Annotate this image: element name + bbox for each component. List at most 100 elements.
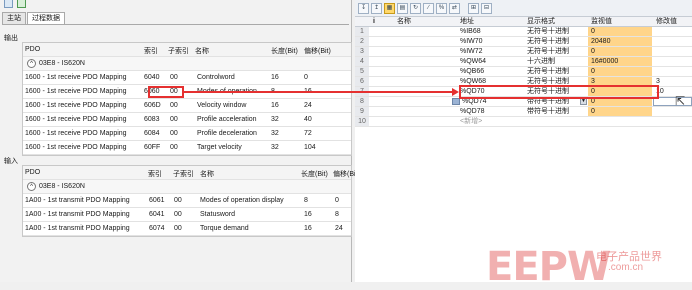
display-format-icon[interactable]: % bbox=[436, 2, 447, 14]
cell-monitor: 0 bbox=[591, 98, 595, 105]
cell-name: Velocity window bbox=[197, 102, 247, 109]
watch-table-panel: ↧ ↥ ▦ ▤ ↻ ∕ % ⇄ ⊞ ⊟ i 名称 地址 显示格式 监视值 修改值… bbox=[355, 0, 692, 282]
cell-length: 16 bbox=[304, 225, 312, 232]
cell-offset: 8 bbox=[335, 211, 339, 218]
header-name: 名称 bbox=[397, 18, 411, 25]
cell-length: 32 bbox=[271, 144, 279, 151]
add-row-icon[interactable]: ↥ bbox=[371, 2, 382, 14]
modify-icon[interactable]: ∕ bbox=[423, 2, 434, 14]
tab-master[interactable]: 主站 bbox=[2, 12, 26, 24]
output-pdo-table: PDO 索引 子索引 名称 长度(Bit) 偏移(Bit) ^ 03E8 - I… bbox=[22, 42, 352, 156]
input-section-label: 输入 bbox=[4, 158, 18, 165]
cell-format[interactable]: 无符号十进制 bbox=[527, 38, 569, 46]
cell-subindex: 00 bbox=[170, 74, 178, 81]
document-icon[interactable] bbox=[4, 0, 13, 8]
highlight-box-modes-of-operation bbox=[148, 86, 184, 98]
watch-row[interactable]: 1 %IB68 无符号十进制 0 bbox=[355, 27, 692, 37]
cell-index: 606D bbox=[144, 102, 161, 109]
monitor-once-icon[interactable]: ▤ bbox=[397, 2, 408, 14]
device-row[interactable]: ^ 03E8 - IS620N bbox=[23, 180, 351, 194]
cell-name: Target velocity bbox=[197, 144, 242, 151]
watch-row-add[interactable]: 10 <新增> bbox=[355, 117, 692, 127]
watch-row[interactable]: 9 %QD78 带符号十进制 0 bbox=[355, 107, 692, 117]
collapse-icon[interactable]: ^ bbox=[27, 59, 36, 68]
refresh-icon[interactable] bbox=[17, 0, 26, 8]
cell-address[interactable]: %IB68 bbox=[460, 28, 481, 36]
cell-monitor: 0 bbox=[591, 108, 595, 115]
collapse-all-icon[interactable]: ⊟ bbox=[481, 2, 492, 14]
cell-pdo: 1600 - 1st receive PDO Mapping bbox=[25, 102, 127, 109]
output-section-label: 输出 bbox=[4, 35, 18, 42]
cell-pdo: 1A00 - 1st transmit PDO Mapping bbox=[25, 211, 130, 218]
cell-subindex: 00 bbox=[170, 130, 178, 137]
table-row[interactable]: 1600 - 1st receive PDO Mapping 6040 00 C… bbox=[23, 71, 351, 85]
toolbar-separator bbox=[462, 3, 466, 14]
format-dropdown-icon[interactable]: ▼ bbox=[580, 98, 587, 105]
cell-length: 32 bbox=[271, 116, 279, 123]
mouse-cursor-icon: ⇱ bbox=[675, 94, 686, 108]
table-row[interactable]: 1A00 - 1st transmit PDO Mapping 6061 00 … bbox=[23, 194, 351, 208]
cell-index: 6083 bbox=[144, 116, 160, 123]
cell-index: 6061 bbox=[149, 197, 165, 204]
cell-address[interactable]: %QD78 bbox=[460, 108, 485, 116]
header-monitor: 监视值 bbox=[591, 18, 612, 25]
collapse-icon[interactable]: ^ bbox=[27, 182, 36, 191]
table-row[interactable]: 1600 - 1st receive PDO Mapping 6083 00 P… bbox=[23, 113, 351, 127]
cell-index: 6040 bbox=[144, 74, 160, 81]
tab-bar: 主站 过程数据 bbox=[2, 12, 66, 24]
cell-format[interactable]: 无符号十进制 bbox=[527, 48, 569, 56]
cell-format[interactable]: 带符号十进制 bbox=[527, 108, 569, 116]
header-subindex: 子索引 bbox=[173, 171, 194, 178]
row-number: 8 bbox=[355, 97, 369, 106]
watch-row[interactable]: 3 %IW72 无符号十进制 0 bbox=[355, 47, 692, 57]
header-address: 地址 bbox=[460, 18, 474, 25]
arrow-head-icon bbox=[452, 88, 459, 96]
cell-name: Profile deceleration bbox=[197, 130, 257, 137]
header-modify: 修改值 bbox=[656, 18, 677, 25]
monitor-all-icon[interactable]: ▦ bbox=[384, 2, 395, 14]
watch-row[interactable]: 2 %IW70 无符号十进制 20480 bbox=[355, 37, 692, 47]
cell-address[interactable]: %QW64 bbox=[460, 58, 486, 66]
cell-address[interactable]: %QD74 bbox=[462, 98, 487, 106]
cell-format[interactable]: 无符号十进制 bbox=[527, 68, 569, 76]
cell-subindex: 00 bbox=[174, 225, 182, 232]
cell-offset: 72 bbox=[304, 130, 312, 137]
table-row[interactable]: 1600 - 1st receive PDO Mapping 606D 00 V… bbox=[23, 99, 351, 113]
watch-table: i 名称 地址 显示格式 监视值 修改值 1 %IB68 无符号十进制 0 2 … bbox=[355, 17, 692, 127]
cell-pdo: 1600 - 1st receive PDO Mapping bbox=[25, 116, 127, 123]
table-row[interactable]: 1A00 - 1st transmit PDO Mapping 6041 00 … bbox=[23, 208, 351, 222]
cell-name: Profile acceleration bbox=[197, 116, 257, 123]
header-offset: 偏移(Bit) bbox=[304, 48, 331, 55]
cell-pdo: 1600 - 1st receive PDO Mapping bbox=[25, 144, 127, 151]
cell-format[interactable]: 无符号十进制 bbox=[527, 28, 569, 36]
table-header: PDO 索引 子索引 名称 长度(Bit) 偏移(Bit bbox=[23, 166, 358, 180]
table-row[interactable]: 1600 - 1st receive PDO Mapping 60FF 00 T… bbox=[23, 141, 351, 155]
monitor-cell-bg bbox=[588, 27, 652, 36]
insert-row-icon[interactable]: ↧ bbox=[358, 2, 369, 14]
cell-subindex: 00 bbox=[170, 116, 178, 123]
expand-icon[interactable]: ⊞ bbox=[468, 2, 479, 14]
cell-address[interactable]: %IW70 bbox=[460, 38, 483, 46]
row-number: 1 bbox=[355, 27, 369, 36]
cell-format[interactable]: 带符号十进制 bbox=[527, 98, 569, 106]
cell-address[interactable]: %QB66 bbox=[460, 68, 484, 76]
watch-row[interactable]: 5 %QB66 无符号十进制 0 bbox=[355, 67, 692, 77]
cell-address[interactable]: %IW72 bbox=[460, 48, 483, 56]
table-row[interactable]: 1A00 - 1st transmit PDO Mapping 6074 00 … bbox=[23, 222, 351, 236]
row-number: 4 bbox=[355, 57, 369, 66]
table-header: PDO 索引 子索引 名称 长度(Bit) 偏移(Bit) bbox=[23, 43, 351, 57]
watermark-url: .com.cn bbox=[608, 262, 644, 273]
compare-icon[interactable]: ⇄ bbox=[449, 2, 460, 14]
header-index: 索引 bbox=[148, 171, 162, 178]
refresh-values-icon[interactable]: ↻ bbox=[410, 2, 421, 14]
tab-process-data[interactable]: 过程数据 bbox=[27, 12, 65, 24]
monitor-cell-bg bbox=[588, 67, 652, 76]
top-toolbar bbox=[4, 0, 26, 9]
cell-pdo: 1600 - 1st receive PDO Mapping bbox=[25, 88, 127, 95]
watch-row[interactable]: 4 %QW64 十六进制 16#0000 bbox=[355, 57, 692, 67]
add-new-placeholder[interactable]: <新增> bbox=[460, 118, 482, 126]
row-number: 3 bbox=[355, 47, 369, 56]
table-row[interactable]: 1600 - 1st receive PDO Mapping 6084 00 P… bbox=[23, 127, 351, 141]
cell-format[interactable]: 十六进制 bbox=[527, 58, 555, 66]
device-row[interactable]: ^ 03E8 - IS620N bbox=[23, 57, 351, 71]
